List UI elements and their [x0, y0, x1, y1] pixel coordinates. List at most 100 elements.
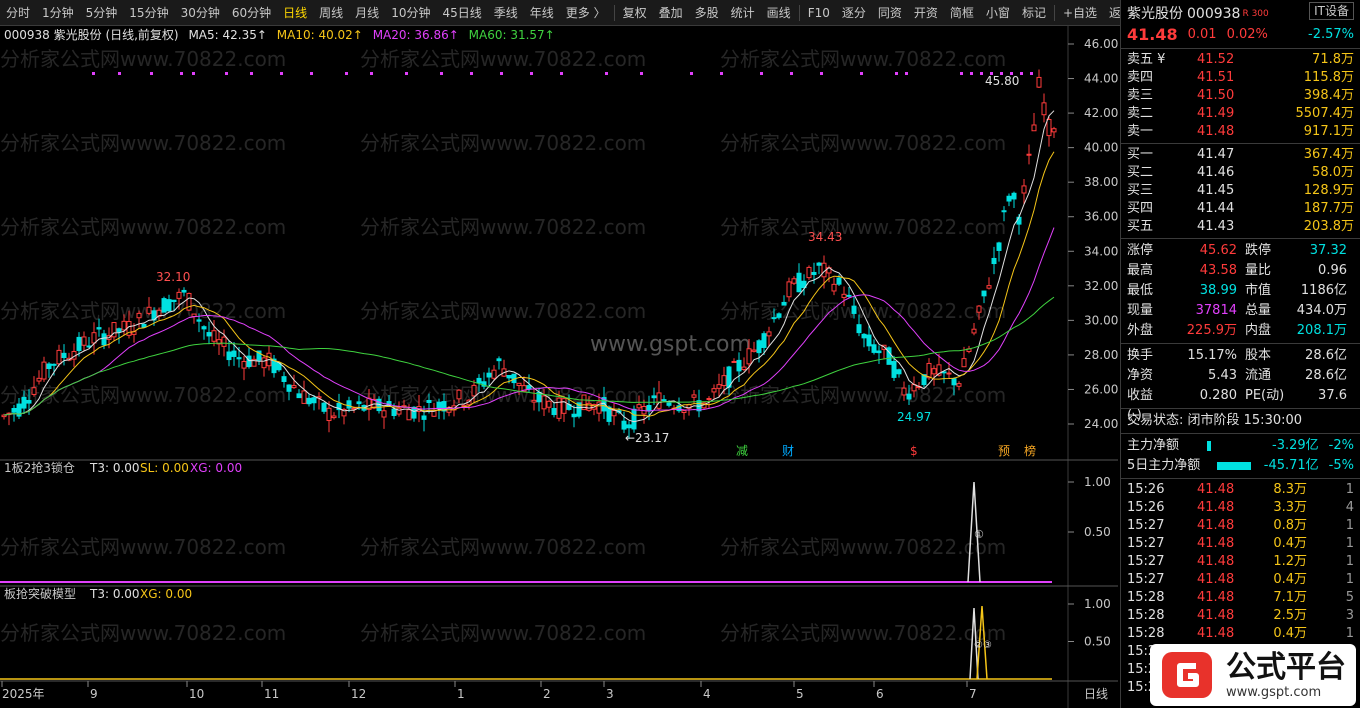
flow5-row: 5日主力净额 -45.71亿 -5%	[1127, 458, 1354, 473]
asks-label: 卖三	[1127, 88, 1154, 103]
tick-count: 1	[1345, 572, 1354, 587]
candle-body	[871, 344, 877, 353]
toolbar-item[interactable]: F10	[802, 0, 836, 26]
signal-dot	[960, 72, 963, 75]
stats-cell: 45.62	[1199, 243, 1237, 258]
candle-body	[681, 410, 687, 414]
logo-icon	[1162, 652, 1212, 698]
candle-body	[36, 377, 42, 382]
candle-body	[831, 283, 837, 292]
x-label: 4	[703, 687, 711, 701]
bids-row[interactable]: 买一 41.47 367.4万	[1121, 146, 1360, 164]
toolbar-item[interactable]: 日线	[277, 0, 313, 26]
x-label: 2025年	[2, 687, 45, 701]
toolbar-item[interactable]: 季线	[488, 0, 524, 26]
toolbar-item[interactable]: 30分钟	[175, 0, 226, 26]
flow-bar	[1207, 441, 1211, 451]
watermark-text: 分析家公式网www.70822.com	[720, 535, 1006, 559]
signal-dot	[370, 72, 373, 75]
candle-body	[746, 348, 752, 365]
signal-dot	[530, 72, 533, 75]
kline-chart[interactable]: 分析家公式网www.70822.com 分析家公式网www.70822.com 分析…	[0, 26, 1118, 708]
asks-row[interactable]: 卖三 41.50 398.4万	[1121, 87, 1360, 105]
toolbar-item[interactable]: 开资	[908, 0, 944, 26]
candle-body	[236, 357, 242, 360]
stats2-cell: 15.17%	[1187, 348, 1237, 363]
signal-dot	[1020, 72, 1023, 75]
toolbar-item[interactable]: 复权	[617, 0, 653, 26]
price-label: 30.00	[1084, 313, 1118, 327]
stats2-cell: 37.6	[1318, 388, 1347, 403]
candle-body	[496, 358, 502, 362]
toolbar-item[interactable]: 小窗	[980, 0, 1016, 26]
candle-body	[1016, 216, 1022, 225]
bids-row[interactable]: 买三 41.45 128.9万	[1121, 182, 1360, 200]
signal-dot	[1030, 72, 1033, 75]
candle-body	[781, 301, 787, 306]
toolbar-item[interactable]: 逐分	[836, 0, 872, 26]
candle-body	[971, 328, 977, 334]
bids-row[interactable]: 买四 41.44 187.7万	[1121, 200, 1360, 218]
tick-count: 1	[1345, 536, 1354, 551]
toolbar-item[interactable]: 60分钟	[226, 0, 277, 26]
toolbar-item[interactable]: 画线	[761, 0, 797, 26]
toolbar-item[interactable]: 叠加	[653, 0, 689, 26]
candle-body	[176, 291, 182, 299]
center-watermark: www.gspt.com	[590, 332, 751, 357]
candle-body	[471, 384, 477, 397]
signal-dot	[92, 72, 95, 75]
toolbar-item[interactable]: 5分钟	[80, 0, 124, 26]
bids-price: 41.45	[1197, 183, 1235, 198]
asks-row[interactable]: 卖一 41.48 917.1万	[1121, 123, 1360, 141]
ind1-marker: ①	[974, 528, 984, 541]
toolbar-item[interactable]: 标记	[1016, 0, 1052, 26]
toolbar-item[interactable]: 年线	[524, 0, 560, 26]
candle-body	[1006, 195, 1012, 202]
asks-row[interactable]: 卖五 ¥ 41.52 71.8万	[1121, 51, 1360, 69]
x-label: 3	[606, 687, 614, 701]
asks-price: 41.49	[1197, 106, 1235, 121]
bids-price: 41.47	[1197, 147, 1235, 162]
toolbar-item[interactable]: 15分钟	[123, 0, 174, 26]
toolbar-item[interactable]: 月线	[349, 0, 385, 26]
chart-area[interactable]: 000938 紫光股份 (日线,前复权) MA5: 42.35↑ MA10: 4…	[0, 26, 1118, 708]
sector-badge[interactable]: IT设备	[1309, 2, 1354, 20]
toolbar-item[interactable]: 分时	[0, 0, 36, 26]
asks-row[interactable]: 卖二 41.49 5507.4万	[1121, 105, 1360, 123]
candle-body	[931, 368, 937, 375]
candle-body	[26, 399, 32, 404]
toolbar-item[interactable]: 周线	[313, 0, 349, 26]
toolbar-item[interactable]: +自选	[1057, 0, 1103, 26]
flow5-bar	[1217, 462, 1251, 470]
stats-grid-2: 换手 15.17% 股本 28.6亿 净资 5.43 流通 28.6亿 收益(-) 0.280 PE…	[1121, 346, 1360, 423]
candle-body	[526, 385, 532, 390]
candle-body	[976, 305, 982, 313]
watermark-text: 分析家公式网www.70822.com	[0, 535, 286, 559]
x-label: 5	[796, 687, 804, 701]
toolbar-item[interactable]: 45日线	[436, 0, 487, 26]
asks-row[interactable]: 卖四 41.51 115.8万	[1121, 69, 1360, 87]
bids-volume: 367.4万	[1303, 147, 1354, 162]
tick-count: 1	[1345, 626, 1354, 641]
candle-body	[731, 360, 737, 363]
candle-body	[856, 324, 862, 334]
watermark-text: 分析家公式网www.70822.com	[0, 299, 286, 323]
toolbar-item[interactable]: 简框	[944, 0, 980, 26]
signal-dot	[500, 72, 503, 75]
bids-row[interactable]: 买二 41.46 58.0万	[1121, 164, 1360, 182]
bids-row[interactable]: 买五 41.43 203.8万	[1121, 218, 1360, 236]
toolbar-item[interactable]: 统计	[725, 0, 761, 26]
toolbar-item[interactable]: 更多 〉	[560, 0, 612, 26]
signal-dot	[640, 72, 643, 75]
asks-price: 41.50	[1197, 88, 1235, 103]
toolbar-item[interactable]: 同资	[872, 0, 908, 26]
toolbar-item[interactable]: 1分钟	[36, 0, 80, 26]
toolbar-item[interactable]: 多股	[689, 0, 725, 26]
candle-body	[956, 383, 962, 387]
signal-dot	[345, 72, 348, 75]
toolbar-item[interactable]: 10分钟	[385, 0, 436, 26]
signal-dot	[225, 72, 228, 75]
indicator2-t3: T3: 0.00	[89, 587, 140, 601]
tick-row: 15:27 41.48 0.8万 1	[1121, 517, 1360, 535]
candle-body	[101, 333, 107, 346]
